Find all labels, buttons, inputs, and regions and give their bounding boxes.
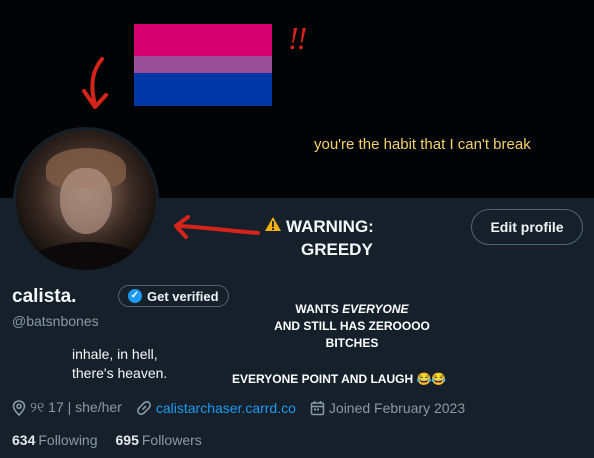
follow-stats: 634 Following 695 Followers — [12, 432, 202, 448]
overlay-laugh-caption: EVERYONE POINT AND LAUGH 😂😂 — [232, 372, 447, 386]
location-text: ୨୧ 17 | she/her — [30, 399, 122, 415]
banner-quote: you're the habit that I can't break — [314, 136, 531, 153]
followers-count: 695 — [115, 432, 139, 448]
following-link[interactable]: 634 Following — [12, 432, 98, 448]
flag-stripe-pink — [134, 24, 272, 56]
joined-text: Joined February 2023 — [328, 399, 466, 416]
meta-joined: Joined February 2023 — [310, 400, 465, 416]
edit-profile-button[interactable]: Edit profile — [471, 209, 583, 245]
warning-text: WARNING: — [286, 217, 374, 236]
get-verified-button[interactable]: ✓ Get verified — [118, 285, 229, 307]
bio-line-1: inhale, in hell, — [72, 346, 158, 362]
get-verified-label: Get verified — [147, 288, 219, 304]
avatar-face — [60, 168, 112, 234]
caption-line-1: WANTS EVERYONE — [222, 301, 482, 318]
meta-website[interactable]: calistarchaser.carrd.co — [136, 400, 296, 416]
caption-line-1-start: WANTS — [295, 302, 343, 316]
followers-link[interactable]: 695 Followers — [116, 432, 202, 448]
warning-subject: GREEDY — [301, 240, 373, 259]
display-name: calista. — [12, 286, 77, 307]
flag-stripe-blue — [134, 73, 272, 106]
calendar-icon — [310, 400, 325, 415]
following-label: Following — [38, 432, 98, 448]
caption-emphasis: EVERYONE — [342, 302, 409, 316]
flag-stripe-purple — [134, 56, 272, 73]
following-count: 634 — [12, 432, 36, 448]
caption-line-3: BITCHES — [325, 336, 379, 350]
meta-location: ୨୧ 17 | she/her — [12, 399, 122, 416]
link-icon — [136, 400, 151, 415]
avatar[interactable] — [13, 127, 159, 273]
website-link[interactable]: calistarchaser.carrd.co — [156, 400, 296, 416]
location-pin-icon — [12, 399, 26, 416]
overlay-caption: WANTS EVERYONE AND STILL HAS ZEROOOO BIT… — [222, 301, 482, 352]
red-arrow-left-icon — [174, 215, 260, 239]
exclamation-annotation: !! — [288, 20, 307, 56]
followers-label: Followers — [141, 432, 202, 448]
warning-icon — [265, 217, 281, 231]
bisexual-flag-image — [134, 24, 272, 106]
caption-line-2: AND STILL HAS ZEROOOO — [274, 319, 430, 333]
verified-badge-icon: ✓ — [128, 289, 142, 303]
avatar-body — [22, 242, 150, 270]
red-arrow-down-icon — [82, 57, 108, 109]
bio-line-2: there's heaven. — [72, 365, 168, 381]
bio: inhale, in hell, there's heaven. — [72, 345, 167, 383]
user-handle: @batsnbones — [12, 313, 99, 329]
warning-label: WARNING: — [264, 215, 374, 239]
profile-meta: ୨୧ 17 | she/her calistarchaser.carrd.co … — [12, 399, 479, 416]
